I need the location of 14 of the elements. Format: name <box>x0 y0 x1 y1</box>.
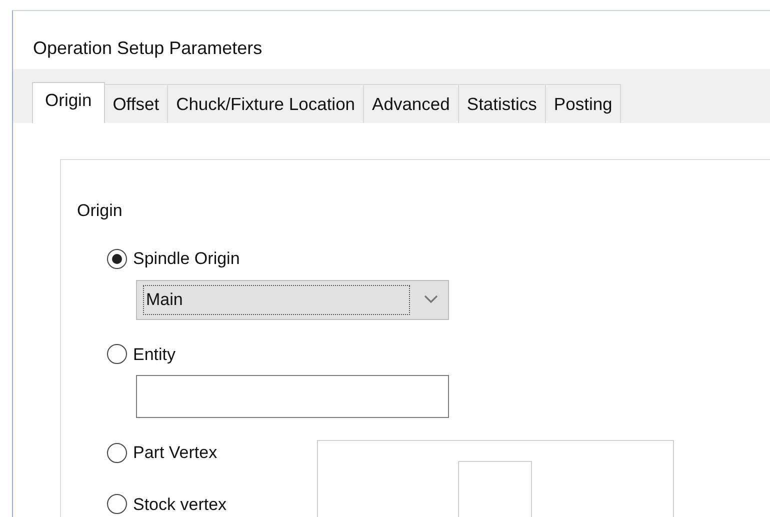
radio-button[interactable] <box>107 344 127 364</box>
tab[interactable]: Origin <box>32 82 105 123</box>
chevron-down-icon <box>424 295 438 304</box>
radio-button[interactable] <box>107 442 127 463</box>
window-title: Operation Setup Parameters <box>33 38 262 58</box>
radio-label[interactable]: Spindle Origin <box>133 246 240 272</box>
dropdown[interactable]: Main <box>136 280 449 320</box>
tab[interactable]: Posting <box>544 84 622 123</box>
radio-label[interactable]: Entity <box>133 342 176 367</box>
radio-label[interactable]: Part Vertex <box>133 440 218 466</box>
radio-button[interactable] <box>107 494 127 514</box>
radio-label[interactable]: Stock vertex <box>133 492 227 517</box>
input-field[interactable] <box>136 375 449 418</box>
radio-button[interactable] <box>107 248 127 269</box>
